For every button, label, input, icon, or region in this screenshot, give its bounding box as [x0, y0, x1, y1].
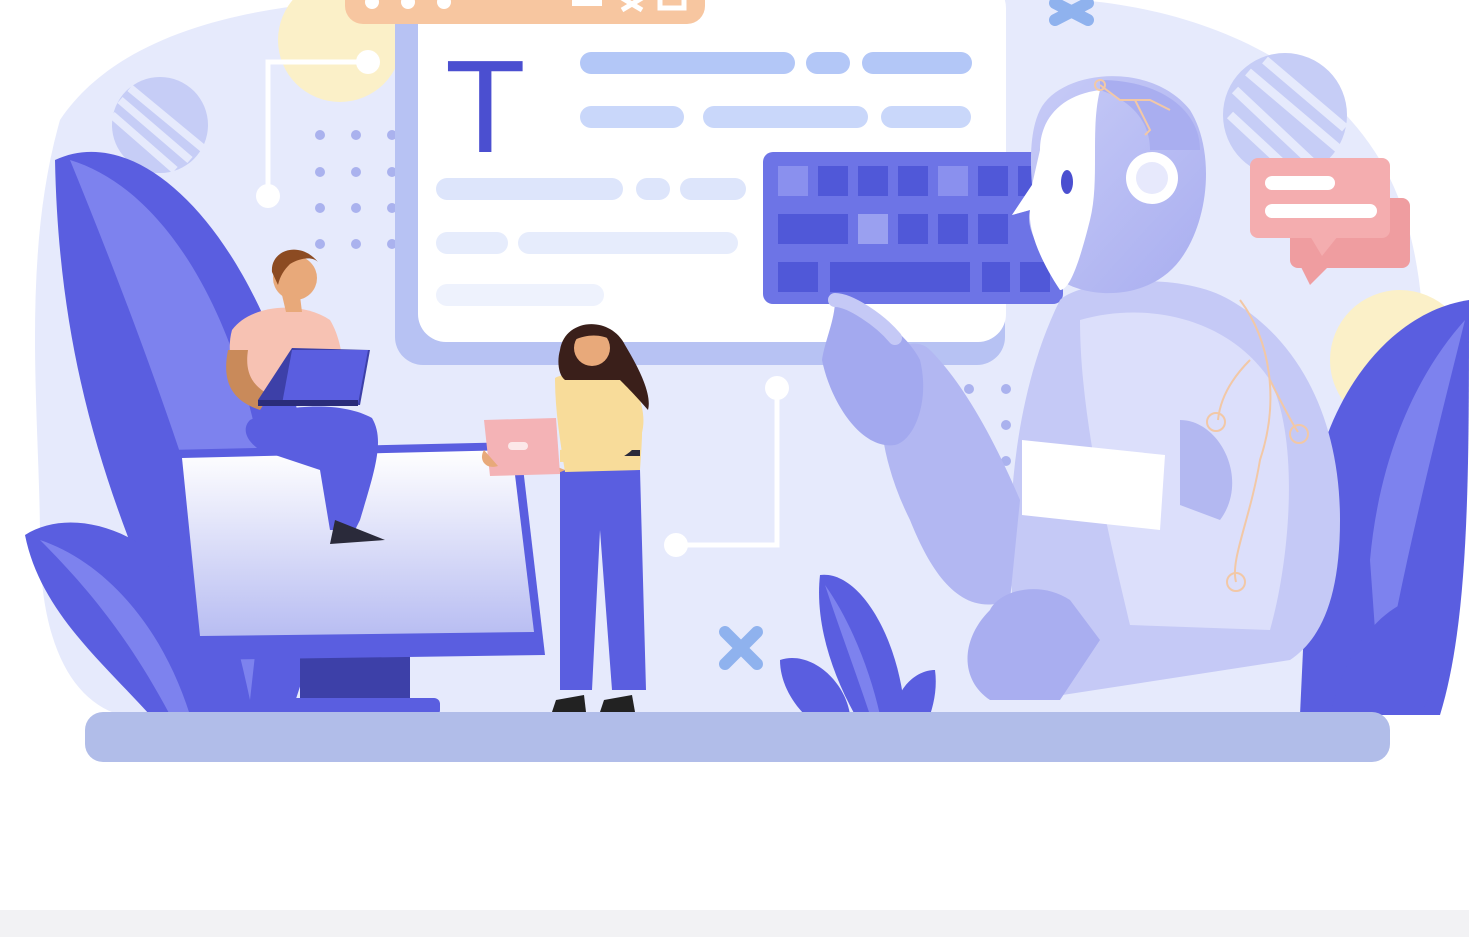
ai-illustration: T [25, 0, 1469, 762]
keyboard-icon [763, 152, 1063, 304]
close-x-icon [1049, 0, 1094, 26]
illustration-canvas: T [0, 0, 1469, 937]
bottom-bar [0, 910, 1469, 937]
window-glyph: T [445, 33, 526, 180]
robot-eye [1061, 170, 1073, 194]
window-titlebar [345, 0, 705, 24]
ground-shelf [85, 712, 1390, 762]
